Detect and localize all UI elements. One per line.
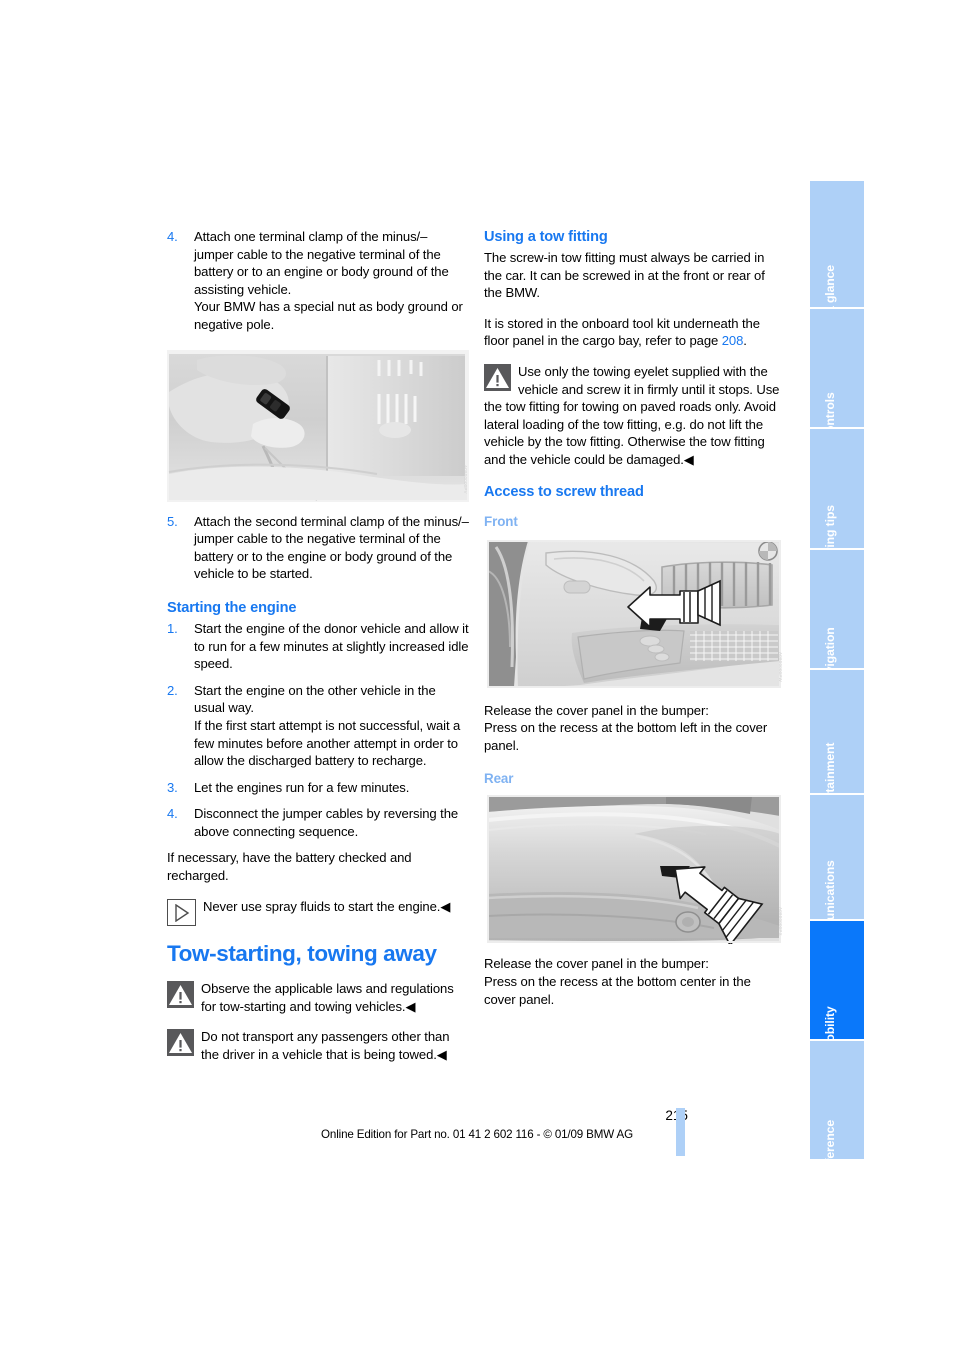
- tow-fitting-paragraph-1: The screw-in tow fitting must always be …: [484, 250, 765, 301]
- front-caption: Release the cover panel in the bumper: P…: [484, 702, 768, 753]
- warning-text: Observe the applicable laws and regulati…: [201, 981, 454, 1014]
- list-number: 1.: [167, 620, 178, 636]
- rear-subheading: Rear: [484, 771, 514, 787]
- tab-entertainment[interactable]: Entertainment: [810, 670, 864, 823]
- battery-check-paragraph: If necessary, have the battery checked a…: [167, 850, 412, 884]
- note-text: Never use spray fluids to start the engi…: [203, 898, 451, 914]
- warning-icon: [484, 363, 511, 391]
- tab-at-a-glance[interactable]: At a glance: [810, 181, 864, 329]
- rear-caption: Release the cover panel in the bumper: P…: [484, 956, 751, 1007]
- list-item-text: Attach the second terminal clamp of the …: [194, 513, 469, 582]
- front-bumper-cover-panel-photo: [484, 536, 784, 691]
- figure-credit: A0800000PW: [778, 652, 783, 683]
- note-triangle-icon: [167, 898, 196, 926]
- tab-communications[interactable]: Communications: [810, 795, 864, 958]
- right-column: Using a tow fitting The screw-in tow fit…: [484, 228, 784, 1021]
- manual-page: 4. Attach one terminal clamp of the minu…: [0, 0, 954, 1350]
- tow-warning-1: Observe the applicable laws and regulati…: [167, 980, 469, 1015]
- engine-bay-figure: A0800000PV: [167, 349, 469, 502]
- page-number: 215: [0, 1108, 688, 1123]
- front-bumper-figure: A0800000PW: [484, 536, 784, 691]
- starting-engine-steps-list: 1. Start the engine of the donor vehicle…: [167, 620, 469, 841]
- tow-warning-2: Do not transport any passengers other th…: [167, 1028, 469, 1063]
- front-subheading: Front: [484, 513, 518, 529]
- tab-mobility[interactable]: Mobility: [810, 921, 864, 1052]
- tab-navigation[interactable]: Navigation: [810, 550, 864, 689]
- list-item-text: Start the engine of the donor vehicle an…: [194, 620, 469, 672]
- warning-text: Do not transport any passengers other th…: [201, 1029, 450, 1063]
- page-title: Tow-starting, towing away: [167, 941, 437, 967]
- tab-reference[interactable]: Reference: [810, 1041, 864, 1178]
- list-item-text: Start the engine on the other vehicle in…: [194, 682, 461, 769]
- rear-bumper-figure: A0800000PX: [484, 794, 784, 945]
- tow-fitting-para2-pre: It is stored in the onboard tool kit und…: [484, 315, 760, 349]
- footer-text: Online Edition for Part no. 01 41 2 602 …: [321, 1128, 633, 1141]
- using-tow-fitting-heading: Using a tow fitting: [484, 229, 608, 245]
- list-item: 4. Attach one terminal clamp of the minu…: [167, 228, 469, 334]
- list-item-text: Attach one terminal clamp of the minus/–…: [194, 229, 463, 332]
- rear-bumper-cover-panel-photo: [484, 794, 784, 945]
- list-number: 3.: [167, 779, 178, 795]
- jump-start-steps-list: 4. Attach one terminal clamp of the minu…: [167, 228, 469, 334]
- list-item-text: Let the engines run for a few minutes.: [194, 779, 410, 795]
- figure-credit: A0800000PV: [463, 464, 468, 494]
- engine-bay-ground-nut-photo: [167, 349, 469, 502]
- list-number: 5.: [167, 513, 178, 529]
- warning-icon: [167, 1029, 194, 1057]
- left-column: 4. Attach one terminal clamp of the minu…: [167, 228, 469, 1077]
- access-screw-thread-heading: Access to screw thread: [484, 483, 644, 500]
- warning-icon: [167, 981, 194, 1009]
- starting-the-engine-heading: Starting the engine: [167, 599, 297, 616]
- list-item-text: Disconnect the jumper cables by reversin…: [194, 806, 459, 839]
- spray-fluids-note: Never use spray fluids to start the engi…: [167, 898, 469, 926]
- list-item: 2. Start the engine on the other vehicle…: [167, 682, 469, 770]
- list-item: 1. Start the engine of the donor vehicle…: [167, 620, 469, 673]
- list-number: 4.: [167, 229, 178, 244]
- figure-credit: A0800000PX: [778, 907, 783, 937]
- tab-driving-tips[interactable]: Driving tips: [810, 429, 864, 571]
- list-number: 4.: [167, 806, 178, 822]
- page-reference-link[interactable]: 208: [722, 333, 744, 348]
- warning-text: Use only the towing eyelet supplied with…: [484, 363, 780, 467]
- list-item: 4. Disconnect the jumper cables by rever…: [167, 805, 469, 840]
- tow-fitting-warning: Use only the towing eyelet supplied with…: [484, 363, 784, 469]
- list-item: 3. Let the engines run for a few minutes…: [167, 779, 469, 797]
- chapter-tab-strip: At a glance Controls Driving tips Naviga…: [810, 181, 864, 1178]
- list-item: 5. Attach the second terminal clamp of t…: [167, 513, 469, 583]
- tab-controls[interactable]: Controls: [810, 309, 864, 442]
- tow-fitting-paragraph-2: It is stored in the onboard tool kit und…: [484, 315, 784, 350]
- list-number: 2.: [167, 682, 178, 698]
- jump-start-steps-list-cont: 5. Attach the second terminal clamp of t…: [167, 513, 469, 583]
- footer: Online Edition for Part no. 01 41 2 602 …: [0, 1128, 954, 1141]
- tow-fitting-para2-post: .: [743, 333, 747, 349]
